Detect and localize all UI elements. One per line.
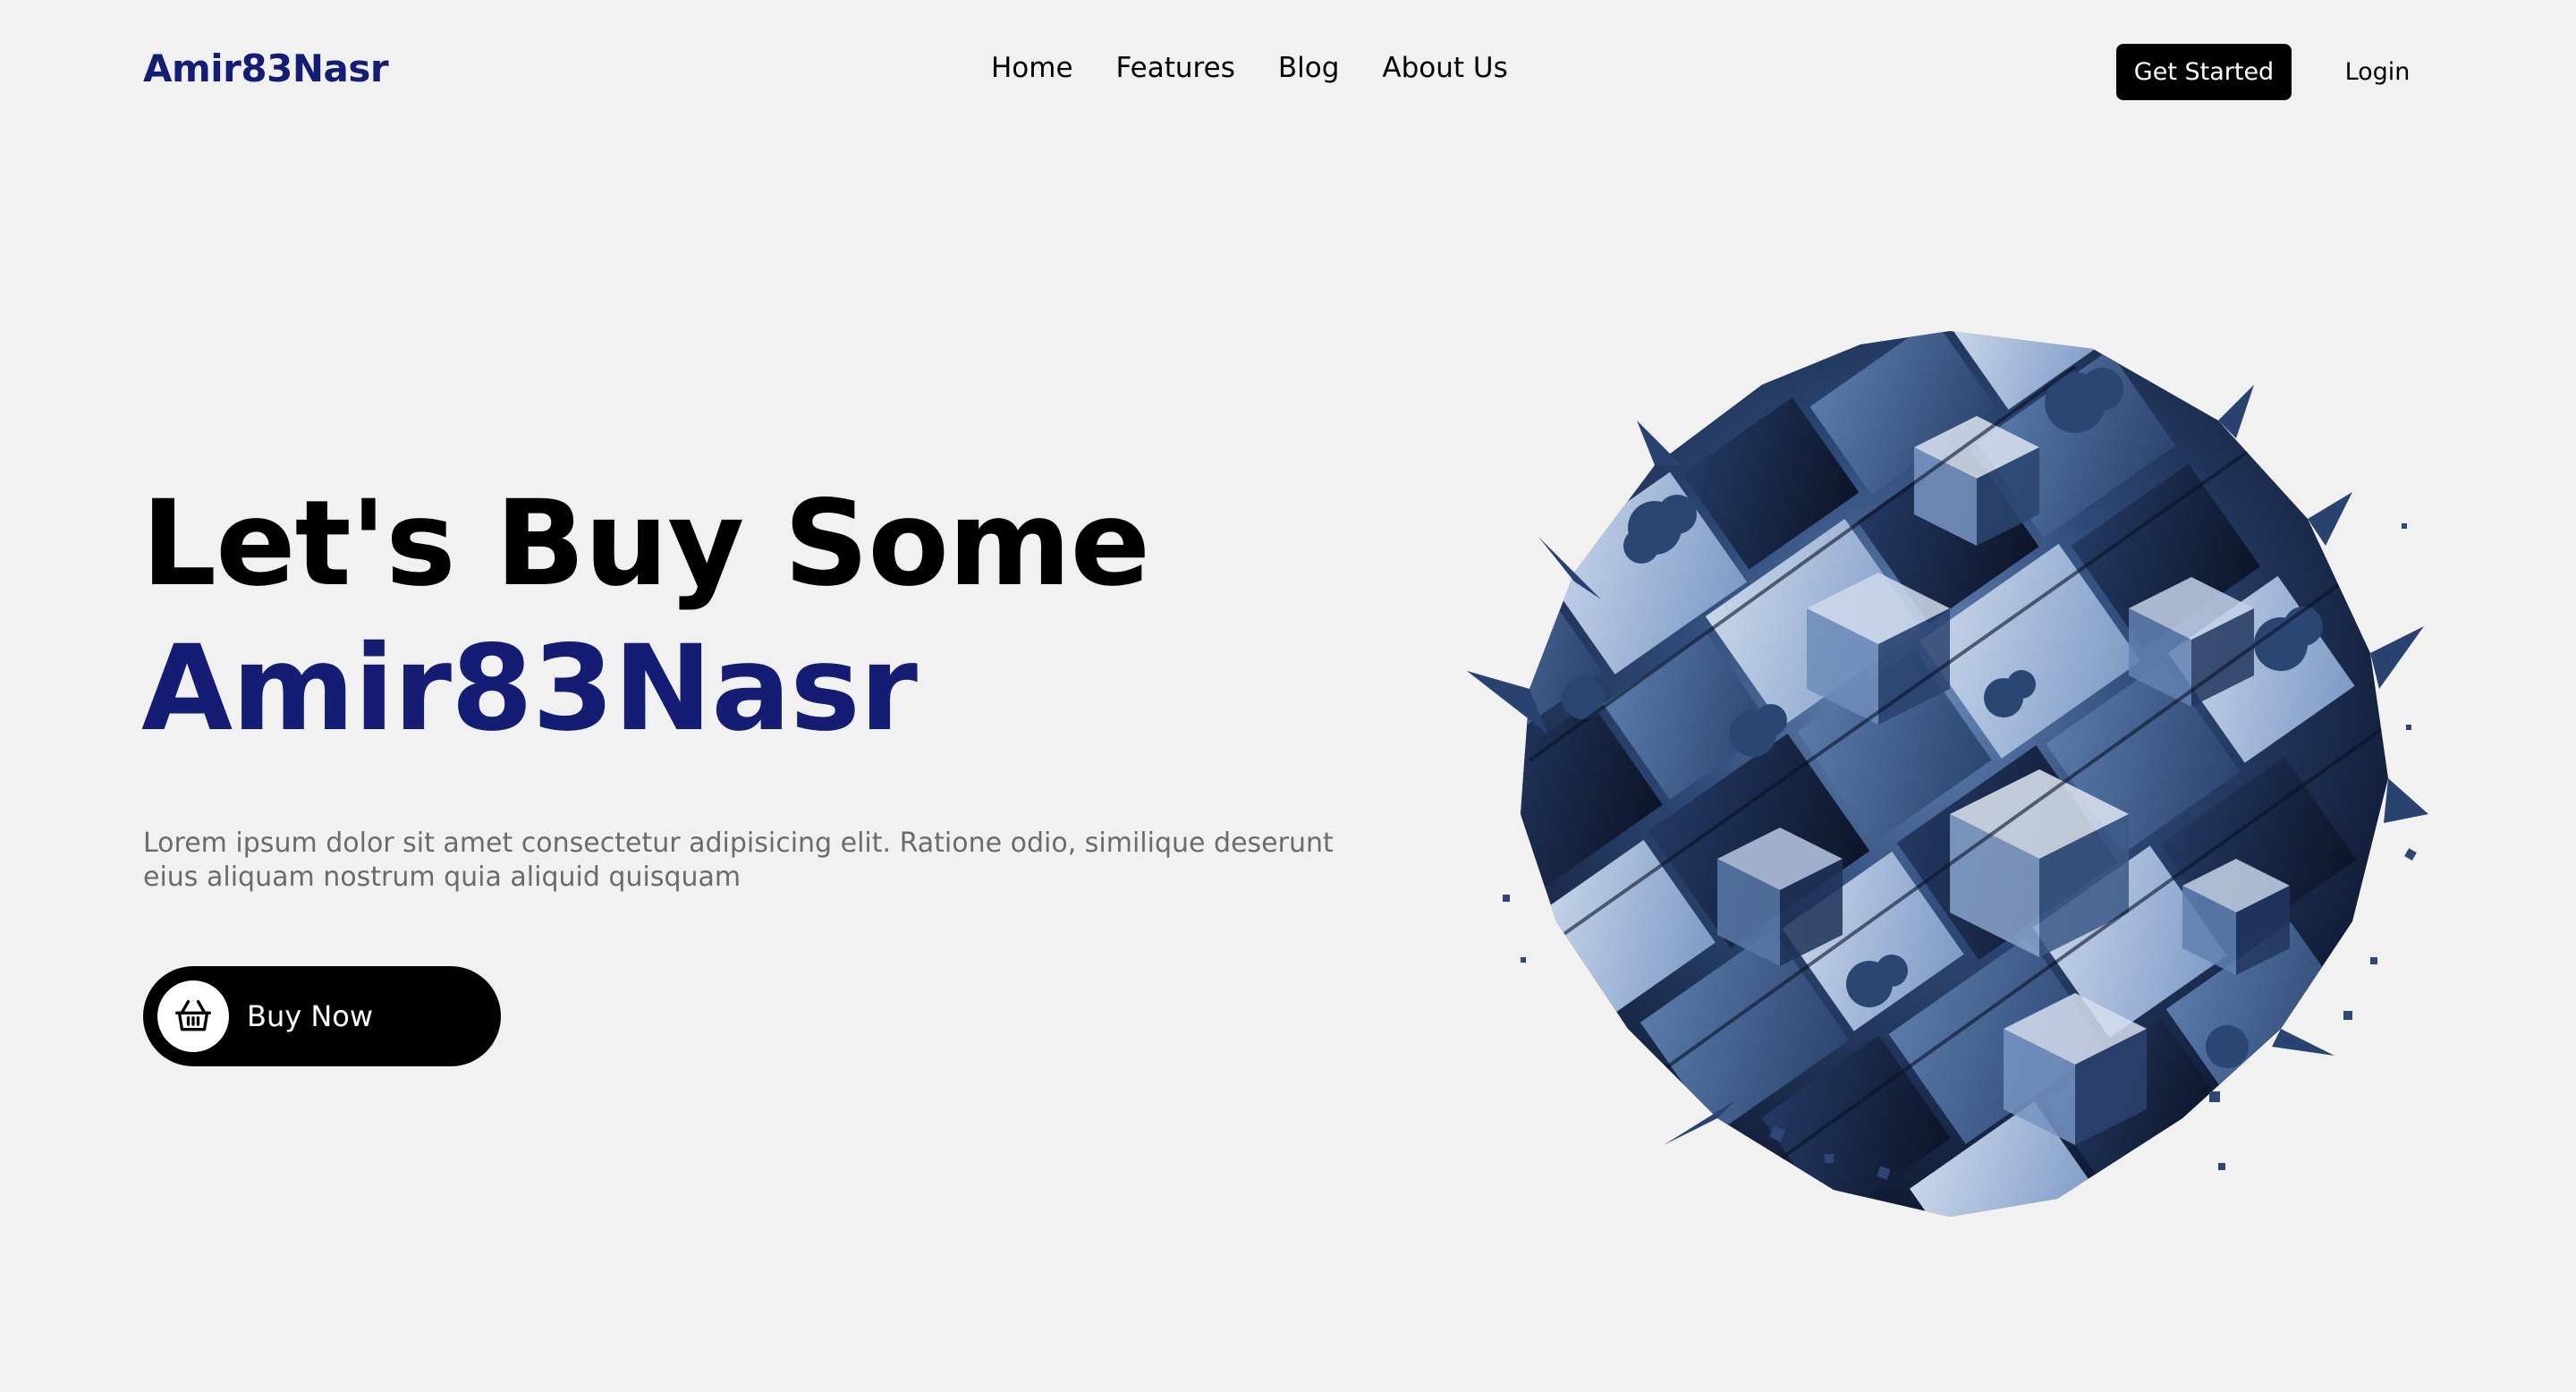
nav-link-features[interactable]: Features [1116,52,1235,84]
logo[interactable]: Amir83Nasr [143,47,389,90]
buy-now-button[interactable]: Buy Now [143,966,501,1066]
nav-link-home[interactable]: Home [991,52,1073,84]
buy-now-label: Buy Now [247,999,374,1033]
hero-description: Lorem ipsum dolor sit amet consectetur a… [143,828,1334,893]
hero-artwork [1467,331,2428,1217]
get-started-button[interactable]: Get Started [2116,44,2292,100]
nav-link-about-us[interactable]: About Us [1382,52,1507,84]
hero-title-line-1: Let's Buy Some [141,475,1150,613]
nav-link-blog[interactable]: Blog [1278,52,1340,84]
basket-icon [157,980,229,1052]
login-button[interactable]: Login [2326,44,2429,100]
top-navigation: Amir83Nasr Home Features Blog About Us G… [0,0,2576,143]
hero-title-line-2: Amir83Nasr [141,620,918,758]
nav-links: Home Features Blog About Us [991,52,1551,84]
